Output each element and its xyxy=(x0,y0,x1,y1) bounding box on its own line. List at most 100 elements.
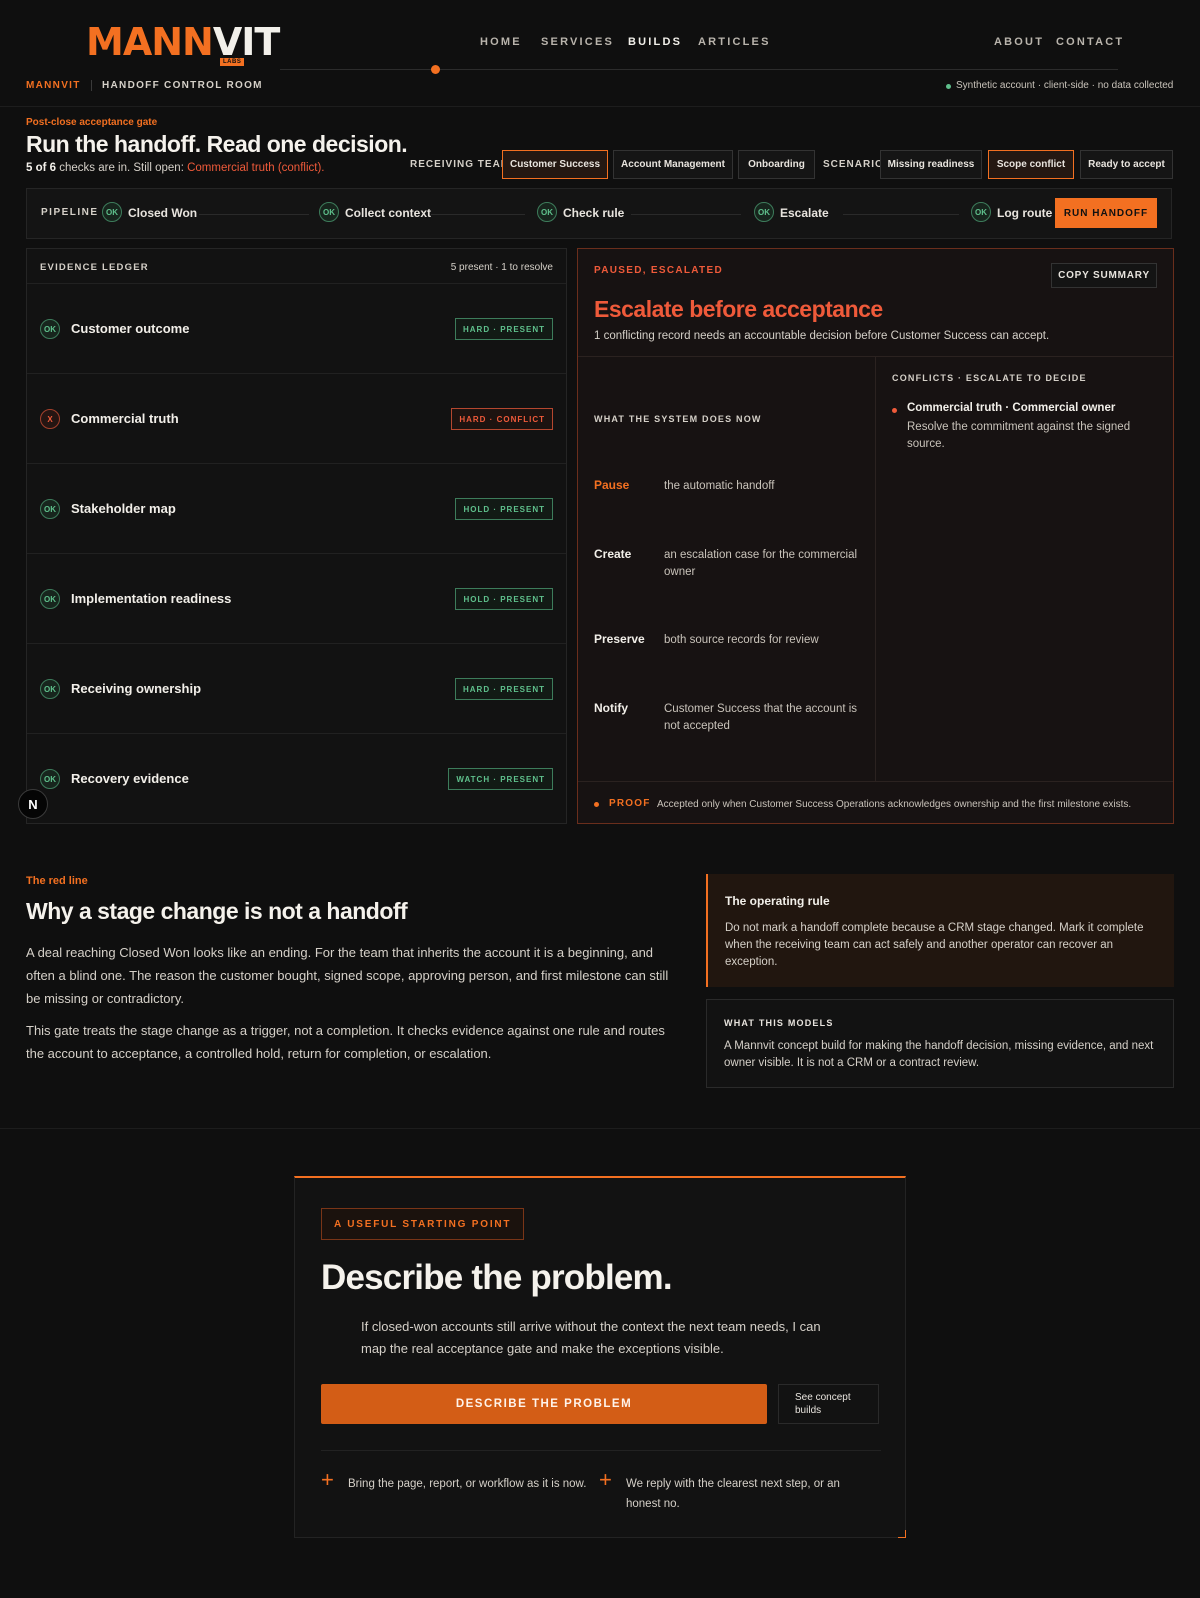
team-customer-success[interactable]: Customer Success xyxy=(502,150,608,179)
ok-check-icon: OK xyxy=(40,679,60,699)
rule-title: The operating rule xyxy=(725,894,830,908)
ledger-row[interactable]: OK Implementation readiness HOLD · PRESE… xyxy=(27,553,566,643)
nav-contact[interactable]: CONTACT xyxy=(1056,36,1124,48)
see-concept-builds-link[interactable]: See concept builds xyxy=(778,1384,879,1424)
operating-rule-callout: The operating rule Do not mark a handoff… xyxy=(706,874,1174,987)
subbar-divider xyxy=(91,80,92,91)
nav-builds[interactable]: BUILDS xyxy=(628,36,682,48)
privacy-notice: Synthetic account · client-side · no dat… xyxy=(956,80,1174,91)
models-title: WHAT THIS MODELS xyxy=(724,1018,834,1028)
redline-paragraph-1: A deal reaching Closed Won looks like an… xyxy=(26,945,669,1006)
logo-text-mann: MANN xyxy=(86,20,214,64)
evidence-name: Stakeholder map xyxy=(71,501,176,516)
panel-divider xyxy=(578,781,1173,782)
models-callout: WHAT THIS MODELS A Mannvit concept build… xyxy=(706,999,1174,1088)
step-ok-icon: OK xyxy=(754,202,774,222)
cta-note-2: We reply with the clearest next step, or… xyxy=(626,1478,840,1510)
ok-check-icon: OK xyxy=(40,499,60,519)
team-account-management[interactable]: Account Management xyxy=(613,150,733,179)
action-value: Customer Success that the account is not… xyxy=(664,703,858,732)
nav-rule xyxy=(280,69,1118,70)
step-ok-icon: OK xyxy=(102,202,122,222)
pipeline-connector xyxy=(431,214,525,215)
action-key: Create xyxy=(594,547,632,561)
evidence-badge: HARD · PRESENT xyxy=(454,678,553,700)
pipeline-label: PIPELINE xyxy=(41,207,99,218)
ledger-title: EVIDENCE LEDGER xyxy=(40,262,149,273)
cta-divider xyxy=(321,1450,881,1451)
ledger-row[interactable]: OK Receiving ownership HARD · PRESENT xyxy=(27,643,566,733)
section-divider xyxy=(0,1128,1200,1129)
evidence-name: Implementation readiness xyxy=(71,591,232,606)
evidence-badge: HARD · CONFLICT xyxy=(451,408,553,430)
run-handoff-button[interactable]: RUN HANDOFF xyxy=(1055,198,1157,228)
scenario-missing-readiness[interactable]: Missing readiness xyxy=(880,150,982,179)
n-avatar-icon[interactable]: N xyxy=(18,789,48,819)
plus-icon: + xyxy=(599,1467,612,1492)
hero-status: 5 of 6 checks are in. Still open: Commer… xyxy=(26,162,324,174)
decision-panel: PAUSED, ESCALATED COPY SUMMARY Escalate … xyxy=(577,248,1174,824)
pipeline-step-collect-context: Collect context xyxy=(345,206,432,220)
action-key: Pause xyxy=(594,478,630,492)
scenario-ready-to-accept[interactable]: Ready to accept xyxy=(1080,150,1173,179)
action-key: Notify xyxy=(594,701,628,715)
nav-active-dot xyxy=(431,65,440,74)
describe-problem-button[interactable]: DESCRIBE THE PROBLEM xyxy=(321,1384,767,1424)
pipeline-step-escalate: Escalate xyxy=(780,206,829,220)
actions-title: WHAT THE SYSTEM DOES NOW xyxy=(594,414,762,424)
action-key: Preserve xyxy=(594,632,645,646)
pipeline-connector xyxy=(843,214,959,215)
evidence-ledger: EVIDENCE LEDGER 5 present · 1 to resolve… xyxy=(26,248,567,824)
ok-check-icon: OK xyxy=(40,319,60,339)
nav-about[interactable]: ABOUT xyxy=(994,36,1044,48)
mannvit-logo[interactable]: MANNVIT LABS xyxy=(86,20,280,70)
evidence-name: Commercial truth xyxy=(71,411,179,426)
evidence-name: Customer outcome xyxy=(71,321,190,336)
pipeline-step-check-rule: Check rule xyxy=(563,206,625,220)
plus-icon: + xyxy=(321,1467,334,1492)
redline-paragraph-2: This gate treats the stage change as a t… xyxy=(26,1023,665,1061)
pipeline-step-log-route: Log route xyxy=(997,206,1053,220)
proof-label: PROOF xyxy=(609,798,651,809)
team-onboarding[interactable]: Onboarding xyxy=(738,150,815,179)
logo-labs-tag: LABS xyxy=(220,58,245,66)
ledger-row[interactable]: OK Stakeholder map HOLD · PRESENT xyxy=(27,463,566,553)
proof-text: Accepted only when Customer Success Oper… xyxy=(657,799,1132,810)
ledger-row[interactable]: OK Recovery evidence WATCH · PRESENT xyxy=(27,733,566,823)
redline-eyebrow: The red line xyxy=(26,875,88,887)
evidence-badge: HOLD · PRESENT xyxy=(455,588,553,610)
panel-column-divider xyxy=(875,357,876,781)
conflicts-title: CONFLICTS · ESCALATE TO DECIDE xyxy=(892,373,1087,383)
step-ok-icon: OK xyxy=(537,202,557,222)
copy-summary-button[interactable]: COPY SUMMARY xyxy=(1051,263,1157,288)
action-value: both source records for review xyxy=(664,634,819,646)
ledger-row[interactable]: X Commercial truth HARD · CONFLICT xyxy=(27,373,566,463)
scenario-scope-conflict[interactable]: Scope conflict xyxy=(988,150,1074,179)
models-body: A Mannvit concept build for making the h… xyxy=(724,1040,1154,1069)
step-ok-icon: OK xyxy=(319,202,339,222)
action-value: the automatic handoff xyxy=(664,480,775,492)
page-title: Run the handoff. Read one decision. xyxy=(26,131,408,157)
live-status-dot xyxy=(946,84,951,89)
status-open-item[interactable]: Commercial truth (conflict). xyxy=(187,162,324,174)
nav-articles[interactable]: ARTICLES xyxy=(698,36,771,48)
nav-home[interactable]: HOME xyxy=(480,36,522,48)
status-mid: checks are in. Still open: xyxy=(56,162,188,174)
evidence-badge: WATCH · PRESENT xyxy=(448,768,553,790)
corner-accent xyxy=(898,1530,906,1538)
status-count: 5 of 6 xyxy=(26,162,57,174)
pipeline-connector xyxy=(631,214,741,215)
subbar-section: HANDOFF CONTROL ROOM xyxy=(102,80,263,91)
subbar-brand[interactable]: MANNVIT xyxy=(26,80,81,91)
ledger-summary: 5 present · 1 to resolve xyxy=(450,262,553,273)
nav-services[interactable]: SERVICES xyxy=(541,36,614,48)
conflict-heading: Commercial truth · Commercial owner xyxy=(907,402,1116,414)
section-divider xyxy=(0,106,1200,107)
ledger-row[interactable]: OK Customer outcome HARD · PRESENT xyxy=(27,283,566,373)
receiving-team-label: RECEIVING TEAM xyxy=(410,159,511,170)
conflict-body: Resolve the commitment against the signe… xyxy=(907,421,1131,450)
hero-eyebrow: Post-close acceptance gate xyxy=(26,117,158,128)
cta-body: If closed-won accounts still arrive with… xyxy=(361,1319,821,1356)
decision-description: 1 conflicting record needs an accountabl… xyxy=(594,330,1050,342)
pipeline-step-closed-won: Closed Won xyxy=(128,206,198,220)
